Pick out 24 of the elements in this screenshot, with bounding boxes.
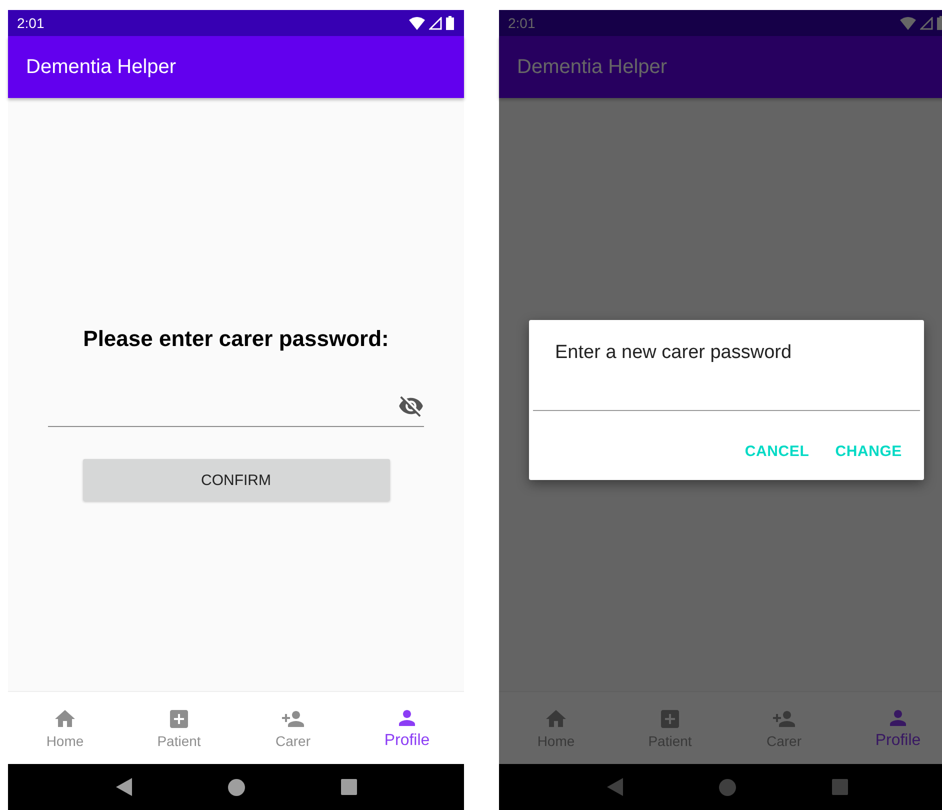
wifi-icon [900,16,916,30]
wifi-icon [409,16,425,30]
confirm-button[interactable]: CONFIRM [82,459,390,501]
app-title: Dementia Helper [26,56,176,78]
app-title: Dementia Helper [517,56,668,78]
nav-tab[interactable]: Profile [350,692,464,764]
recents-icon[interactable] [340,779,356,795]
status-time: 2:01 [508,15,536,31]
back-icon[interactable] [116,778,132,796]
nav-tab[interactable]: Profile [841,692,942,764]
plus-box-icon [167,707,191,731]
signal-icon [920,16,933,30]
nav-tab[interactable]: Home [8,692,122,764]
cancel-button[interactable]: CANCEL [736,437,818,466]
nav-tab[interactable]: Carer [236,692,350,764]
signal-icon [429,16,442,30]
nav-tab[interactable]: Patient [122,692,236,764]
home-circle-icon[interactable] [228,778,244,796]
change-button[interactable]: CHANGE [827,437,910,466]
dialog-title: Enter a new carer password [554,342,793,364]
battery-icon [446,16,454,30]
plus-box-icon [658,707,682,731]
status-time: 2:01 [17,15,46,31]
password-prompt: Please enter carer password: [83,326,389,352]
